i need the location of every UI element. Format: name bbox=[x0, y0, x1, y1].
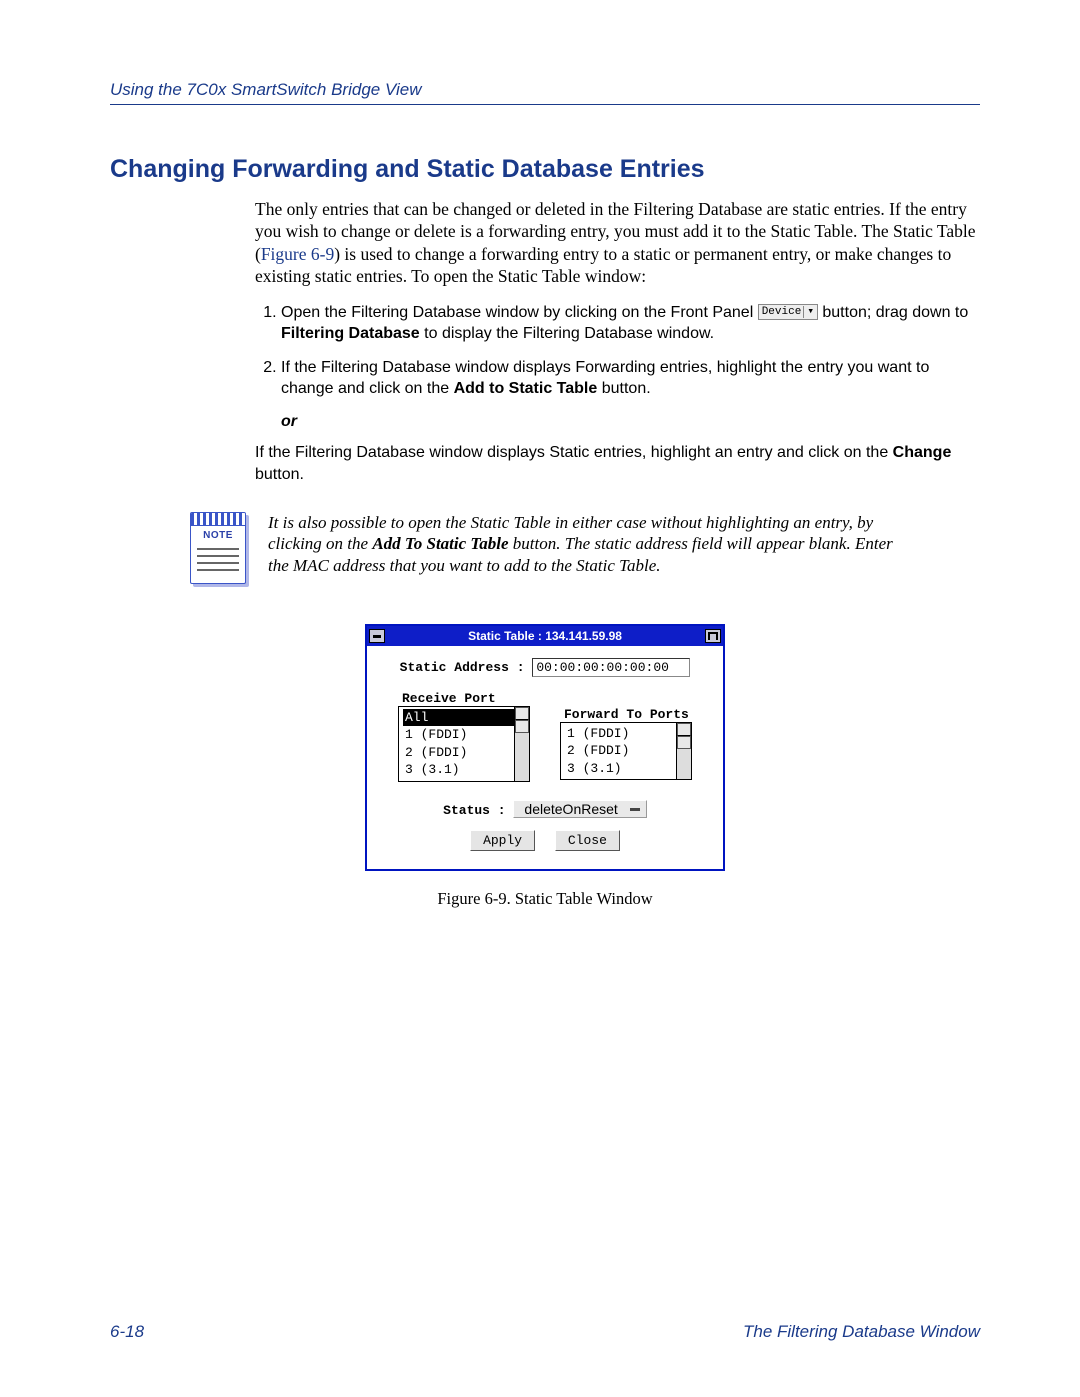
step-1: Open the Filtering Database window by cl… bbox=[281, 302, 980, 345]
figure-ref-link[interactable]: Figure 6-9 bbox=[261, 244, 334, 264]
figure-caption: Figure 6-9. Static Table Window bbox=[365, 889, 725, 909]
step-1a: Open the Filtering Database window by cl… bbox=[281, 304, 758, 321]
running-header: Using the 7C0x SmartSwitch Bridge View bbox=[110, 80, 980, 100]
status-dropdown[interactable]: deleteOnReset bbox=[513, 800, 646, 818]
intro-text-b: ) is used to change a forwarding entry t… bbox=[255, 244, 951, 286]
step-2-alt-bold: Change bbox=[893, 444, 952, 461]
list-item[interactable]: 3 (3.1) bbox=[567, 760, 676, 778]
scroll-up-icon[interactable] bbox=[677, 723, 691, 736]
device-dropdown-button[interactable]: Device▾ bbox=[758, 304, 818, 320]
footer-section: The Filtering Database Window bbox=[743, 1322, 980, 1342]
scroll-down-icon[interactable] bbox=[677, 736, 691, 749]
note-label: NOTE bbox=[191, 526, 245, 543]
forward-to-ports-label: Forward To Ports bbox=[560, 707, 692, 722]
note-icon: NOTE bbox=[190, 512, 250, 584]
chevron-down-icon: ▾ bbox=[803, 306, 814, 318]
maximize-icon[interactable] bbox=[705, 629, 721, 643]
header-rule bbox=[110, 104, 980, 105]
close-button[interactable]: Close bbox=[555, 830, 620, 851]
window-menu-icon[interactable] bbox=[369, 629, 385, 643]
device-button-label: Device bbox=[762, 306, 802, 318]
static-address-label: Static Address : bbox=[400, 660, 525, 675]
status-label: Status : bbox=[443, 803, 505, 818]
list-item[interactable]: All bbox=[403, 709, 514, 727]
step-1-bold: Filtering Database bbox=[281, 325, 420, 342]
note-text: It is also possible to open the Static T… bbox=[268, 512, 898, 577]
step-2-alt: If the Filtering Database window display… bbox=[255, 442, 980, 485]
step-2-alt-b: button. bbox=[255, 466, 304, 483]
section-heading: Changing Forwarding and Static Database … bbox=[110, 155, 980, 184]
step-2: If the Filtering Database window display… bbox=[281, 357, 980, 400]
list-item[interactable]: 1 (FDDI) bbox=[405, 726, 514, 744]
static-table-window: Static Table : 134.141.59.98 Static Addr… bbox=[365, 624, 725, 871]
list-item[interactable]: 2 (FDDI) bbox=[405, 744, 514, 762]
list-item[interactable]: 2 (FDDI) bbox=[567, 742, 676, 760]
list-item[interactable]: 1 (FDDI) bbox=[567, 725, 676, 743]
titlebar[interactable]: Static Table : 134.141.59.98 bbox=[367, 626, 723, 646]
page-number: 6-18 bbox=[110, 1322, 144, 1342]
static-address-input[interactable] bbox=[532, 658, 690, 677]
scrollbar[interactable] bbox=[676, 723, 691, 780]
step-2-alt-a: If the Filtering Database window display… bbox=[255, 444, 893, 461]
intro-paragraph: The only entries that can be changed or … bbox=[255, 198, 980, 288]
step-2-bold: Add to Static Table bbox=[454, 380, 598, 397]
note-text-bold: Add To Static Table bbox=[372, 534, 508, 553]
apply-button[interactable]: Apply bbox=[470, 830, 535, 851]
scrollbar[interactable] bbox=[514, 707, 529, 781]
step-1c: to display the Filtering Database window… bbox=[420, 325, 714, 342]
step-2b: button. bbox=[597, 380, 650, 397]
scroll-down-icon[interactable] bbox=[515, 720, 529, 733]
or-separator: or bbox=[281, 412, 980, 432]
list-item[interactable]: 3 (3.1) bbox=[405, 761, 514, 779]
forward-to-ports-listbox[interactable]: 1 (FDDI) 2 (FDDI) 3 (3.1) bbox=[560, 722, 692, 781]
receive-port-label: Receive Port bbox=[398, 691, 530, 706]
step-1b: button; drag down to bbox=[818, 304, 968, 321]
window-title: Static Table : 134.141.59.98 bbox=[387, 629, 703, 643]
scroll-up-icon[interactable] bbox=[515, 707, 529, 720]
receive-port-listbox[interactable]: All 1 (FDDI) 2 (FDDI) 3 (3.1) bbox=[398, 706, 530, 782]
